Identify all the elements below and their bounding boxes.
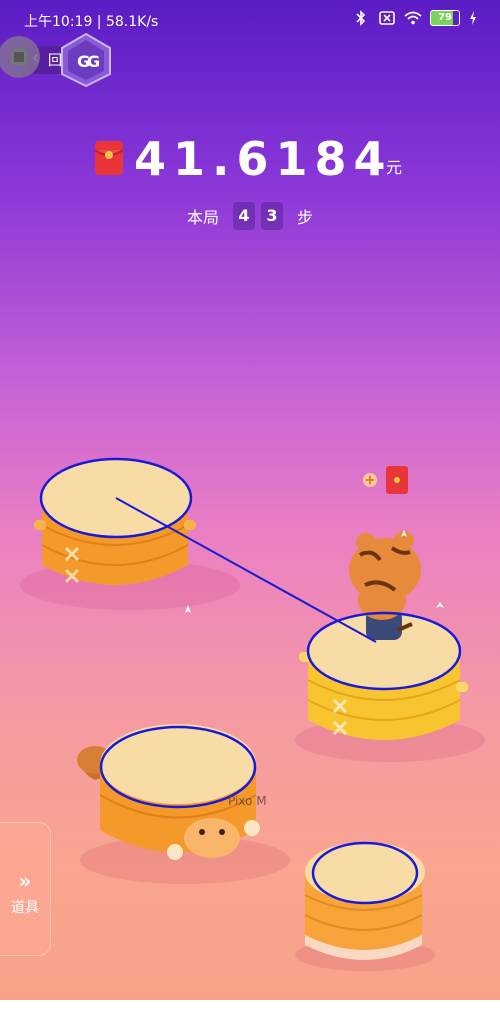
props-drawer-button[interactable]: » 道具 [0, 822, 51, 956]
bonus-pickup [363, 466, 408, 494]
watermark: Pixo M [228, 794, 267, 808]
props-label: 道具 [11, 900, 39, 916]
cat-drum-icon [77, 724, 260, 860]
bottom-bar [0, 1000, 500, 1020]
game-scene[interactable] [0, 0, 500, 1020]
double-chevron-right-icon: » [18, 869, 32, 893]
drum-platform-4 [304, 842, 425, 960]
sparkle [436, 602, 444, 608]
